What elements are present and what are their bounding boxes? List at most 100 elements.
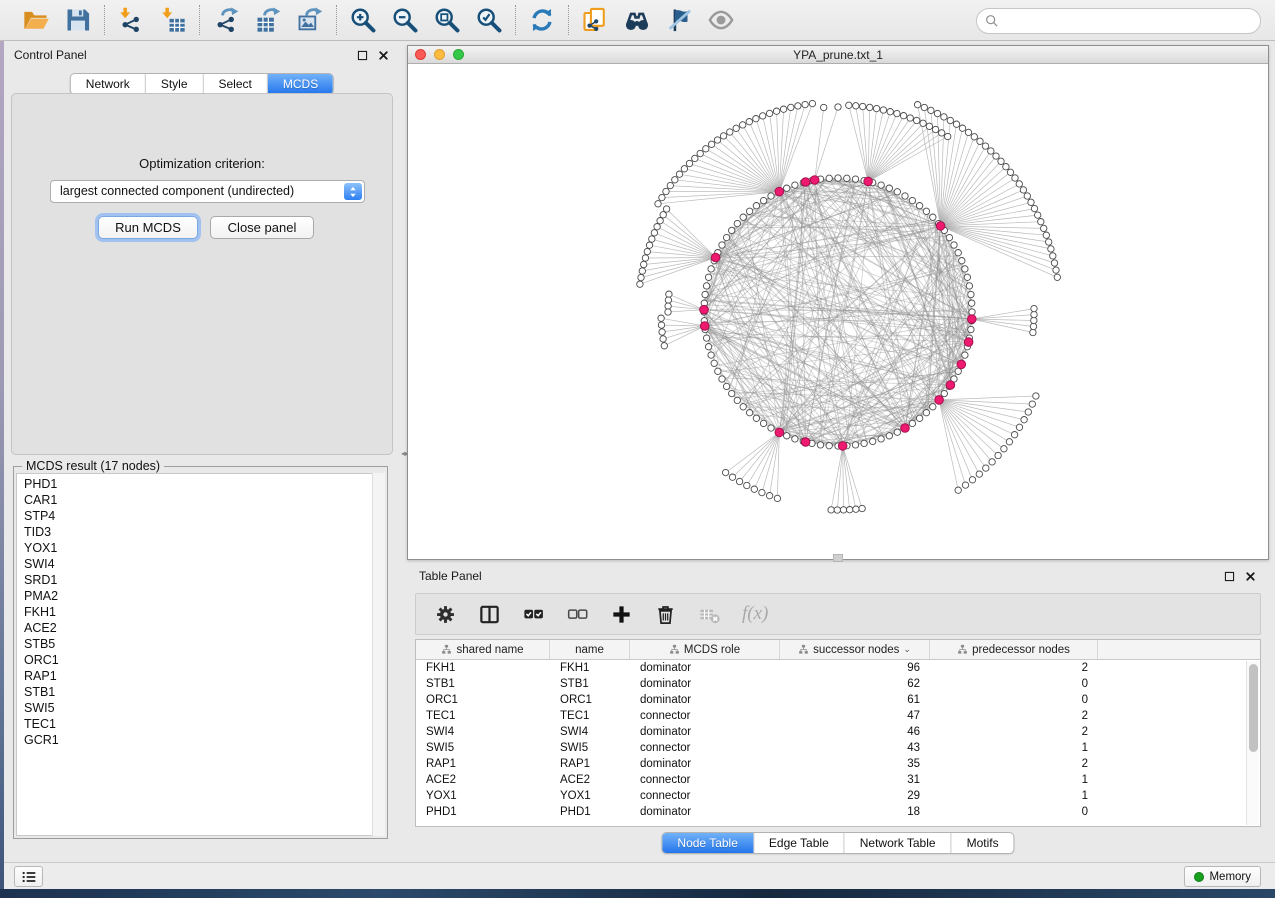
mcds-result-item[interactable]: PHD1 bbox=[24, 476, 384, 492]
clone-network-icon[interactable] bbox=[581, 6, 609, 34]
mcds-result-item[interactable]: RAP1 bbox=[24, 668, 384, 684]
table-cell[interactable]: SWI4 bbox=[416, 724, 550, 740]
window-minimize-button[interactable] bbox=[434, 49, 445, 60]
deselect-all-checkboxes-icon[interactable] bbox=[566, 603, 589, 626]
table-cell[interactable]: SWI4 bbox=[550, 724, 630, 740]
float-panel-icon[interactable] bbox=[1223, 570, 1236, 583]
open-file-icon[interactable] bbox=[22, 6, 50, 34]
tab-edge-table[interactable]: Edge Table bbox=[753, 833, 844, 853]
column-header-shared-name[interactable]: shared name bbox=[416, 640, 550, 659]
table-cell[interactable]: 1 bbox=[930, 772, 1098, 788]
table-cell[interactable]: TEC1 bbox=[550, 708, 630, 724]
tab-style[interactable]: Style bbox=[145, 74, 203, 94]
table-scrollbar-thumb[interactable] bbox=[1249, 664, 1258, 752]
table-cell[interactable]: connector bbox=[630, 788, 780, 804]
mcds-result-item[interactable]: PMA2 bbox=[24, 588, 384, 604]
table-cell[interactable]: STB1 bbox=[550, 676, 630, 692]
table-cell[interactable]: connector bbox=[630, 740, 780, 756]
tab-network[interactable]: Network bbox=[71, 74, 145, 94]
mcds-result-item[interactable]: ACE2 bbox=[24, 620, 384, 636]
level-of-detail-icon[interactable] bbox=[707, 6, 735, 34]
table-row[interactable]: STB1STB1dominator620 bbox=[416, 676, 1260, 692]
table-cell[interactable]: 2 bbox=[930, 756, 1098, 772]
table-cell[interactable]: ORC1 bbox=[550, 692, 630, 708]
toggle-panes-icon[interactable] bbox=[478, 603, 501, 626]
mcds-result-item[interactable]: SWI4 bbox=[24, 556, 384, 572]
mcds-result-item[interactable]: SRD1 bbox=[24, 572, 384, 588]
network-canvas[interactable] bbox=[408, 64, 1268, 559]
table-cell[interactable]: 46 bbox=[780, 724, 930, 740]
table-cell[interactable]: 2 bbox=[930, 708, 1098, 724]
table-cell[interactable]: 47 bbox=[780, 708, 930, 724]
table-row[interactable]: ORC1ORC1dominator610 bbox=[416, 692, 1260, 708]
close-panel-button[interactable]: Close panel bbox=[210, 216, 314, 239]
mcds-result-item[interactable]: ORC1 bbox=[24, 652, 384, 668]
table-scrollbar[interactable] bbox=[1246, 661, 1259, 825]
table-cell[interactable]: 29 bbox=[780, 788, 930, 804]
table-cell[interactable]: 31 bbox=[780, 772, 930, 788]
table-cell[interactable]: 96 bbox=[780, 660, 930, 676]
column-header-successor-nodes[interactable]: successor nodes⌄ bbox=[780, 640, 930, 659]
task-history-button[interactable] bbox=[14, 866, 43, 887]
table-cell[interactable]: YOX1 bbox=[416, 788, 550, 804]
memory-button[interactable]: Memory bbox=[1184, 866, 1261, 887]
float-panel-icon[interactable] bbox=[356, 49, 369, 62]
table-cell[interactable]: dominator bbox=[630, 724, 780, 740]
search-input[interactable] bbox=[1000, 11, 1260, 31]
table-row[interactable]: YOX1YOX1connector291 bbox=[416, 788, 1260, 804]
table-cell[interactable]: ACE2 bbox=[416, 772, 550, 788]
mcds-result-item[interactable]: STP4 bbox=[24, 508, 384, 524]
table-cell[interactable]: 18 bbox=[780, 804, 930, 820]
zoom-selected-icon[interactable] bbox=[475, 6, 503, 34]
table-row[interactable]: SWI4SWI4dominator462 bbox=[416, 724, 1260, 740]
table-cell[interactable]: 35 bbox=[780, 756, 930, 772]
column-header-MCDS-role[interactable]: MCDS role bbox=[630, 640, 780, 659]
tab-select[interactable]: Select bbox=[203, 74, 267, 94]
mcds-result-item[interactable]: FKH1 bbox=[24, 604, 384, 620]
table-cell[interactable]: connector bbox=[630, 708, 780, 724]
horizontal-splitter-grip[interactable] bbox=[833, 554, 843, 562]
table-cell[interactable]: RAP1 bbox=[550, 756, 630, 772]
run-mcds-button[interactable]: Run MCDS bbox=[98, 216, 198, 239]
mcds-list-scrollbar[interactable] bbox=[372, 473, 385, 836]
mcds-result-item[interactable]: TID3 bbox=[24, 524, 384, 540]
table-cell[interactable]: dominator bbox=[630, 676, 780, 692]
window-maximize-button[interactable] bbox=[453, 49, 464, 60]
table-cell[interactable]: 2 bbox=[930, 724, 1098, 740]
tab-network-table[interactable]: Network Table bbox=[844, 833, 951, 853]
table-cell[interactable]: ACE2 bbox=[550, 772, 630, 788]
select-all-checkboxes-icon[interactable] bbox=[522, 603, 545, 626]
save-session-icon[interactable] bbox=[64, 6, 92, 34]
mcds-result-item[interactable]: YOX1 bbox=[24, 540, 384, 556]
table-cell[interactable]: dominator bbox=[630, 660, 780, 676]
zoom-out-icon[interactable] bbox=[391, 6, 419, 34]
table-cell[interactable]: 0 bbox=[930, 676, 1098, 692]
close-panel-icon[interactable] bbox=[1244, 570, 1257, 583]
table-row[interactable]: RAP1RAP1dominator352 bbox=[416, 756, 1260, 772]
search-box[interactable] bbox=[976, 8, 1261, 34]
vertical-splitter[interactable]: ◂▸ bbox=[400, 41, 407, 862]
table-cell[interactable]: RAP1 bbox=[416, 756, 550, 772]
export-image-icon[interactable] bbox=[296, 6, 324, 34]
zoom-in-icon[interactable] bbox=[349, 6, 377, 34]
mcds-result-item[interactable]: STB5 bbox=[24, 636, 384, 652]
table-cell[interactable]: PHD1 bbox=[416, 804, 550, 820]
table-row[interactable]: SWI5SWI5connector431 bbox=[416, 740, 1260, 756]
column-header-predecessor-nodes[interactable]: predecessor nodes bbox=[930, 640, 1098, 659]
import-table-icon[interactable] bbox=[159, 6, 187, 34]
delete-icon[interactable] bbox=[654, 603, 677, 626]
table-cell[interactable]: 1 bbox=[930, 740, 1098, 756]
table-cell[interactable]: FKH1 bbox=[416, 660, 550, 676]
mcds-result-list[interactable]: PHD1CAR1STP4TID3YOX1SWI4SRD1PMA2FKH1ACE2… bbox=[16, 473, 385, 836]
table-cell[interactable]: FKH1 bbox=[550, 660, 630, 676]
table-cell[interactable]: 62 bbox=[780, 676, 930, 692]
table-cell[interactable]: SWI5 bbox=[416, 740, 550, 756]
import-network-icon[interactable] bbox=[117, 6, 145, 34]
network-graph[interactable] bbox=[408, 64, 1268, 559]
table-row[interactable]: TEC1TEC1connector472 bbox=[416, 708, 1260, 724]
table-cell[interactable]: PHD1 bbox=[550, 804, 630, 820]
table-cell[interactable]: STB1 bbox=[416, 676, 550, 692]
export-table-icon[interactable] bbox=[254, 6, 282, 34]
table-cell[interactable]: dominator bbox=[630, 756, 780, 772]
delete-table-icon[interactable] bbox=[698, 603, 721, 626]
